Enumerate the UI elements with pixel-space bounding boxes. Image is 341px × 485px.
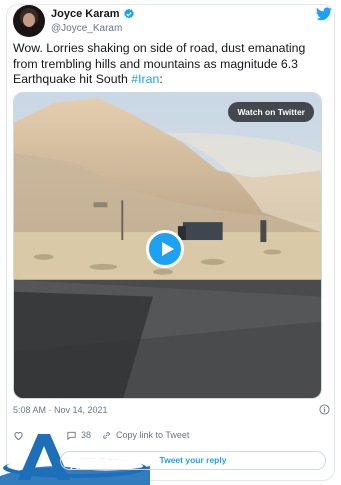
author-name-row[interactable]: Joyce Karam xyxy=(51,8,135,20)
tweet-body-suffix: : xyxy=(159,72,163,86)
play-button-icon[interactable] xyxy=(146,230,184,268)
author-handle[interactable]: @Joyce_Karam xyxy=(51,23,122,34)
tweet-timestamp[interactable]: 5:08 AM · Nov 14, 2021 xyxy=(13,405,108,415)
tweet-text: Wow. Lorries shaking on side of road, du… xyxy=(13,41,323,88)
info-icon[interactable] xyxy=(319,404,330,415)
twitter-bird-icon[interactable] xyxy=(316,7,332,21)
tweet-your-reply-button[interactable]: Tweet your reply xyxy=(60,451,326,470)
watch-on-twitter-button[interactable]: Watch on Twitter xyxy=(228,102,314,122)
video-media[interactable]: Watch on Twitter xyxy=(13,92,322,399)
author-avatar[interactable] xyxy=(13,5,45,37)
author-name[interactable]: Joyce Karam xyxy=(51,8,120,20)
hashtag-link[interactable]: #Iran xyxy=(131,72,159,86)
verified-badge-icon xyxy=(123,8,134,19)
